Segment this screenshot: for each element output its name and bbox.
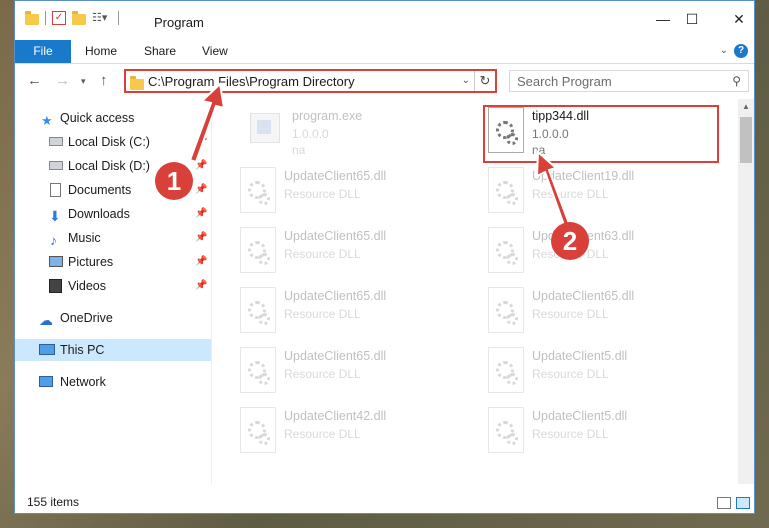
callout-2: 2 (551, 222, 589, 260)
arrow-1-shape (188, 81, 226, 164)
arrow-2-shape (535, 149, 572, 230)
annotation-arrows (188, 81, 572, 230)
callout-1: 1 (155, 162, 193, 200)
